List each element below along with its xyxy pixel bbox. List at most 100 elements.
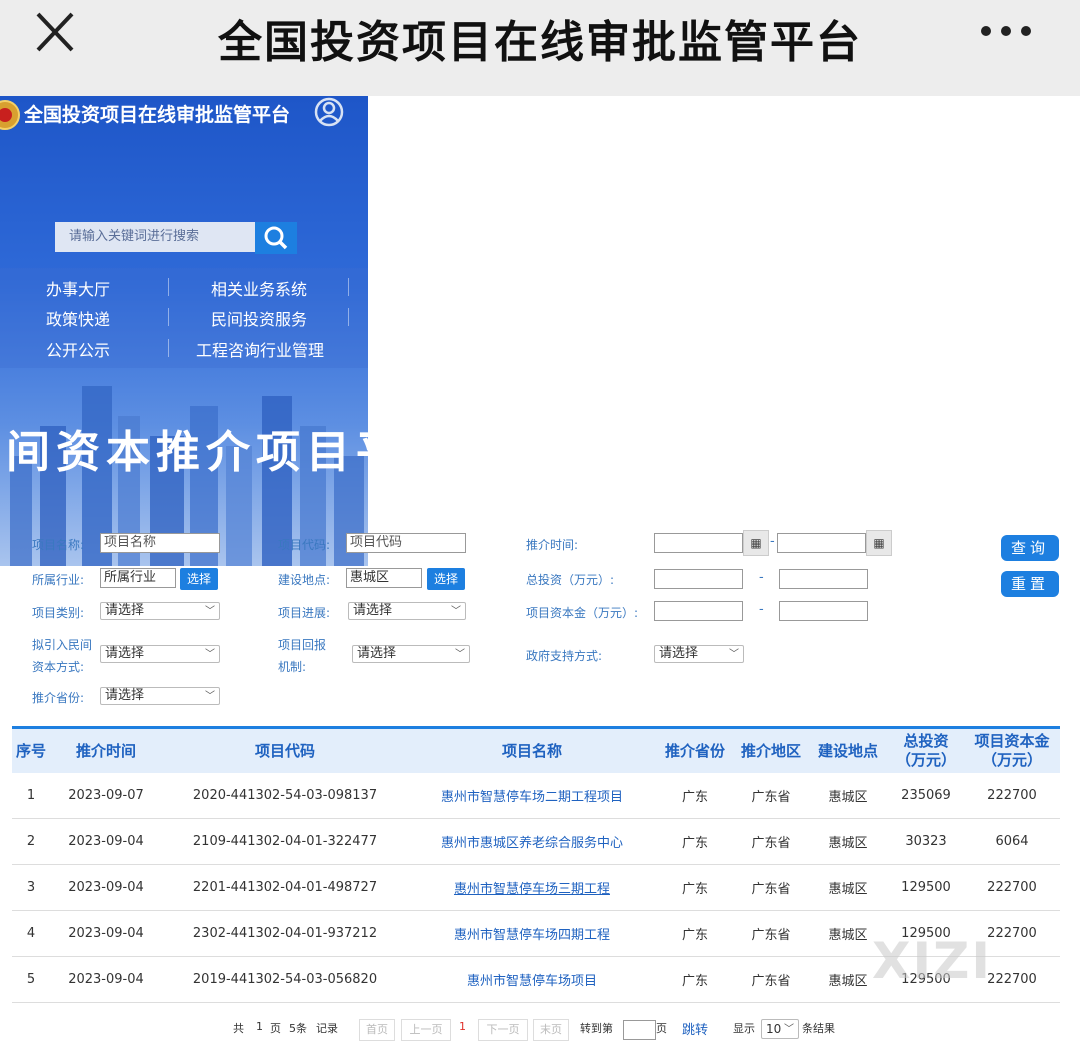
- cell-code: 2201-441302-04-01-498727: [192, 880, 378, 895]
- cell-capital: 6064: [995, 834, 1029, 849]
- industry-label: 所属行业:: [32, 573, 85, 587]
- column-header: 推介时间: [75, 741, 136, 760]
- return-mechanism-label-line2: 机制:: [278, 660, 307, 674]
- goto-suffix: 页: [656, 1022, 667, 1035]
- category-select[interactable]: 请选择 ﹀: [100, 602, 220, 620]
- progress-label: 项目进展:: [278, 606, 331, 620]
- search-button[interactable]: [255, 222, 297, 254]
- last-page-button[interactable]: 末页: [533, 1019, 569, 1041]
- banner-headline: 间资本推介项目平: [6, 427, 368, 478]
- pager-total-prefix: 共: [233, 1022, 244, 1035]
- total-investment-min-input[interactable]: [654, 569, 743, 589]
- cell-date: 2023-09-04: [68, 926, 144, 941]
- more-options-icon[interactable]: [980, 16, 1032, 46]
- site-title: 全国投资项目在线审批监管平台: [24, 104, 291, 126]
- location-label: 建设地点:: [278, 573, 331, 587]
- range-dash: -: [759, 602, 764, 617]
- nav-item-public-notice[interactable]: 公开公示: [46, 337, 110, 361]
- province-select[interactable]: 请选择 ﹀: [100, 687, 220, 705]
- goto-page-input[interactable]: [623, 1020, 656, 1040]
- calendar-icon[interactable]: ▦: [866, 530, 892, 556]
- cell-index: 5: [26, 972, 36, 987]
- return-mechanism-label-line1: 项目回报: [278, 638, 327, 652]
- location-select-button[interactable]: 选择: [427, 568, 465, 590]
- reset-button[interactable]: 重置: [1001, 571, 1059, 597]
- column-header: 建设地点: [817, 741, 878, 760]
- cell-index: 2: [26, 834, 36, 849]
- table-row: 3 2023-09-04 2201-441302-04-01-498727 惠州…: [12, 865, 1060, 911]
- search-input[interactable]: 请输入关键词进行搜索: [55, 222, 255, 252]
- nav-item-business-systems[interactable]: 相关业务系统: [211, 276, 307, 300]
- cell-total-investment: 30323: [905, 834, 947, 849]
- cell-total-investment: 129500: [901, 880, 951, 895]
- industry-select-button[interactable]: 选择: [180, 568, 218, 590]
- industry-input[interactable]: 所属行业: [100, 568, 176, 588]
- query-button[interactable]: 查询: [1001, 535, 1059, 561]
- cell-province: 广东: [681, 790, 708, 805]
- column-header: 项目资本金 （万元）: [974, 732, 1050, 769]
- project-name-link[interactable]: 惠州市惠城区养老综合服务中心: [408, 819, 656, 864]
- column-header: 推介地区: [740, 741, 801, 760]
- calendar-icon[interactable]: ▦: [743, 530, 769, 556]
- cell-code: 2020-441302-54-03-098137: [192, 788, 378, 803]
- user-icon[interactable]: [314, 97, 344, 127]
- prev-page-button[interactable]: 上一页: [401, 1019, 451, 1041]
- nav-item-consulting-management[interactable]: 工程咨询行业管理: [196, 337, 324, 361]
- column-header: 项目代码: [254, 741, 315, 760]
- return-mechanism-select-value: 请选择: [357, 646, 397, 661]
- progress-select[interactable]: 请选择 ﹀: [348, 602, 466, 620]
- pager-pages-unit: 页: [270, 1022, 281, 1035]
- nav-divider: [348, 308, 349, 326]
- table-row: 1 2023-09-07 2020-441302-54-03-098137 惠州…: [12, 773, 1060, 819]
- cell-province: 广东: [681, 928, 708, 943]
- next-page-button[interactable]: 下一页: [478, 1019, 528, 1041]
- jump-button[interactable]: 跳转: [682, 1019, 708, 1038]
- show-prefix: 显示: [733, 1022, 755, 1035]
- cell-index: 3: [26, 880, 36, 895]
- chevron-down-icon: ﹀: [205, 649, 215, 660]
- private-capital-select[interactable]: 请选择 ﹀: [100, 645, 220, 663]
- project-code-input[interactable]: 项目代码: [346, 533, 466, 553]
- gov-support-select[interactable]: 请选择 ﹀: [654, 645, 744, 663]
- cell-province: 广东: [681, 974, 708, 989]
- project-name-link[interactable]: 惠州市智慧停车场三期工程: [408, 865, 656, 910]
- cell-index: 4: [26, 926, 36, 941]
- promo-start-date-input[interactable]: [654, 533, 743, 553]
- first-page-button[interactable]: 首页: [359, 1019, 395, 1041]
- nav-item-policy-express[interactable]: 政策快递: [46, 306, 110, 330]
- nav-divider: [168, 339, 169, 357]
- cell-location: 惠城区: [828, 790, 868, 805]
- total-investment-label: 总投资（万元）:: [526, 573, 615, 587]
- chevron-down-icon: ﹀: [205, 691, 215, 702]
- pager-records-unit: 记录: [316, 1022, 338, 1035]
- cell-region: 广东省: [751, 836, 791, 851]
- nav-item-service-hall[interactable]: 办事大厅: [46, 276, 110, 300]
- project-name-link[interactable]: 惠州市智慧停车场四期工程: [408, 911, 656, 956]
- table-header: 序号 推介时间 项目代码 项目名称 推介省份 推介地区 建设地点 总投资 （万元…: [12, 729, 1060, 773]
- project-name-link[interactable]: 惠州市智慧停车场项目: [408, 957, 656, 1002]
- project-name-input[interactable]: 项目名称: [100, 533, 220, 553]
- current-page: 1: [459, 1020, 466, 1033]
- location-input[interactable]: 惠城区: [346, 568, 422, 588]
- project-name-link[interactable]: 惠州市智慧停车场二期工程项目: [408, 773, 656, 818]
- cell-region: 广东省: [751, 882, 791, 897]
- project-name-label: 项目名称:: [32, 538, 85, 552]
- private-capital-label-line1: 拟引入民间: [32, 638, 93, 652]
- nav-item-private-investment[interactable]: 民间投资服务: [211, 306, 307, 330]
- total-investment-max-input[interactable]: [779, 569, 868, 589]
- app-top-bar: 全国投资项目在线审批监管平台: [0, 0, 1080, 96]
- gov-support-select-value: 请选择: [659, 646, 699, 661]
- capital-min-input[interactable]: [654, 601, 743, 621]
- national-emblem-icon: [0, 100, 20, 130]
- page-size-select[interactable]: 10 ﹀: [761, 1019, 799, 1039]
- chevron-down-icon: ﹀: [205, 606, 215, 617]
- return-mechanism-select[interactable]: 请选择 ﹀: [352, 645, 470, 663]
- cell-province: 广东: [681, 882, 708, 897]
- promo-time-label: 推介时间:: [526, 538, 579, 552]
- cell-date: 2023-09-04: [68, 834, 144, 849]
- promo-end-date-input[interactable]: [777, 533, 866, 553]
- cell-code: 2019-441302-54-03-056820: [192, 972, 378, 987]
- main-nav: 办事大厅 相关业务系统 政策快递 民间投资服务 公开公示 工程咨询行业管理: [0, 268, 368, 368]
- capital-max-input[interactable]: [779, 601, 868, 621]
- cell-code: 2302-441302-04-01-937212: [192, 926, 378, 941]
